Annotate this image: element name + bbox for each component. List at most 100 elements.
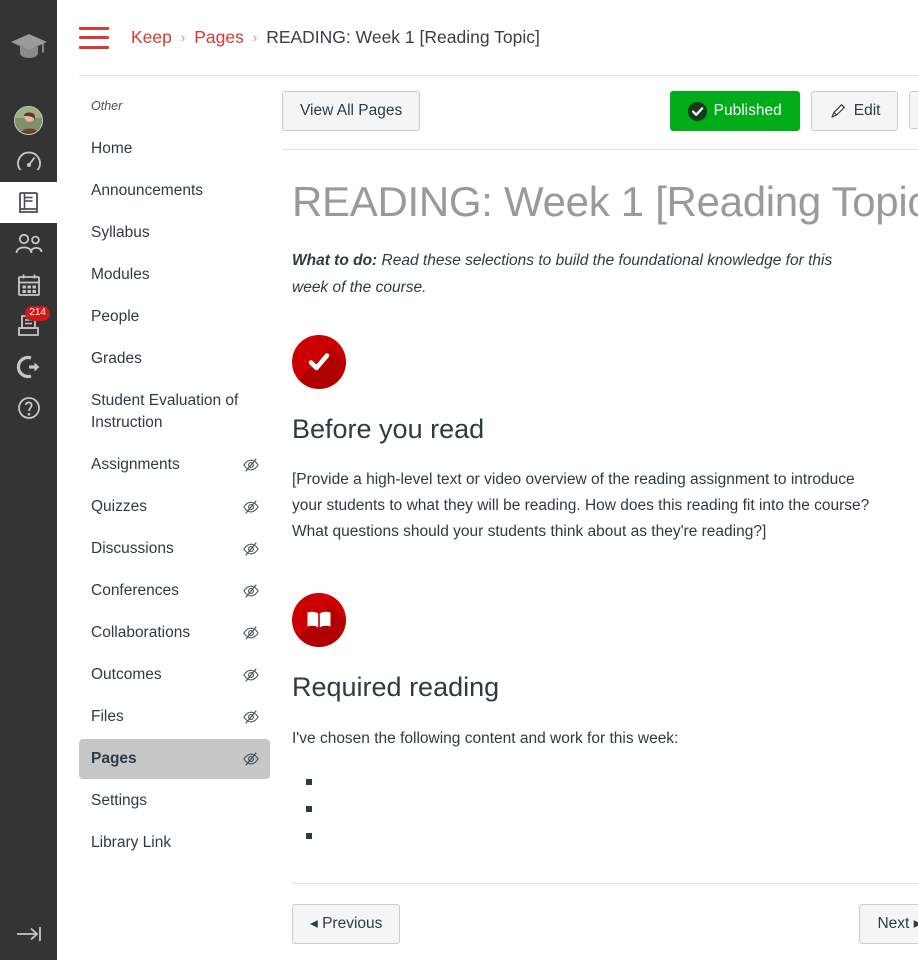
course-nav-item-label: Discussions — [91, 540, 174, 557]
course-nav-item-label: Student Evaluation of Instruction — [91, 392, 239, 431]
breadcrumb-item-current: READING: Week 1 [Reading Topic] — [266, 27, 540, 47]
course-nav-item-people[interactable]: People — [79, 297, 270, 337]
published-button[interactable]: Published — [669, 91, 800, 131]
global-nav-item-help[interactable] — [0, 387, 57, 428]
course-nav-item-outcomes[interactable]: Outcomes — [79, 655, 270, 695]
courses-book-icon — [18, 191, 38, 213]
eye-slash-icon — [243, 626, 259, 640]
course-nav-item-discussions[interactable]: Discussions — [79, 529, 270, 569]
global-nav-item-commons[interactable] — [0, 346, 57, 387]
course-nav-item-syllabus[interactable]: Syllabus — [79, 213, 270, 253]
edit-label: Edit — [853, 102, 881, 119]
course-nav-item-conferences[interactable]: Conferences — [79, 571, 270, 611]
course-nav-item-label: Assignments — [91, 456, 180, 473]
help-question-icon — [17, 396, 40, 419]
course-nav-item-student-evaluation-of-instruction[interactable]: Student Evaluation of Instruction — [79, 381, 270, 443]
calendar-icon — [17, 274, 40, 296]
global-nav-item-groups[interactable] — [0, 223, 57, 264]
required-reading-list — [306, 770, 918, 851]
eye-slash-icon — [243, 752, 259, 766]
eye-slash-icon — [243, 584, 259, 598]
course-nav-item-pages[interactable]: Pages — [79, 739, 270, 779]
course-nav-item-grades[interactable]: Grades — [79, 339, 270, 379]
course-nav-item-label: People — [91, 308, 140, 325]
course-nav-item-label: Files — [91, 708, 124, 725]
section-before-you-read: Before you read [Provide a high-level te… — [292, 335, 918, 545]
course-nav-item-library-link[interactable]: Library Link — [79, 823, 270, 863]
expand-collapse-arrow-icon — [16, 927, 41, 941]
eye-slash-icon — [243, 500, 259, 514]
global-nav-item-calendar[interactable] — [0, 264, 57, 305]
list-item — [306, 824, 918, 851]
avatar — [14, 106, 43, 135]
minimize-navigation-button[interactable] — [0, 922, 57, 946]
page-content: View All Pages Published Edit READING: W… — [270, 91, 918, 960]
pencil-icon — [831, 104, 845, 118]
next-button[interactable]: Next ▸ — [859, 903, 918, 944]
dashboard-speedometer-icon — [16, 151, 41, 171]
course-nav-item-label: Conferences — [91, 582, 179, 599]
more-options-button[interactable] — [909, 91, 918, 129]
breadcrumb-separator: › — [252, 30, 258, 45]
toolbar-actions: Published Edit — [669, 91, 918, 131]
course-nav-item-settings[interactable]: Settings — [79, 781, 270, 821]
section-title: Required reading — [292, 672, 500, 703]
eye-slash-icon — [243, 668, 259, 682]
breadcrumb-bar: Keep › Pages › READING: Week 1 [Reading … — [57, 0, 918, 75]
groups-people-icon — [15, 233, 42, 253]
published-label: Published — [713, 102, 782, 119]
course-nav-item-files[interactable]: Files — [79, 697, 270, 737]
course-nav-item-label: Outcomes — [91, 666, 162, 683]
course-nav-item-quizzes[interactable]: Quizzes — [79, 487, 270, 527]
global-nav-item-account[interactable] — [0, 100, 57, 141]
edit-button[interactable]: Edit — [810, 91, 899, 131]
course-nav-item-announcements[interactable]: Announcements — [79, 171, 270, 211]
view-all-pages-button[interactable]: View All Pages — [282, 91, 421, 131]
logout-arrow-icon — [16, 355, 39, 378]
course-nav-item-label: Quizzes — [91, 498, 147, 515]
global-nav-item-courses[interactable] — [0, 182, 57, 223]
course-nav-item-modules[interactable]: Modules — [79, 255, 270, 295]
breadcrumb-item-pages[interactable]: Pages — [194, 27, 244, 48]
global-nav-item-inbox[interactable]: 214 — [0, 305, 57, 346]
course-nav-item-label: Library Link — [91, 834, 172, 851]
global-nav-item-dashboard[interactable] — [0, 141, 57, 182]
page-pagination: ◂ Previous Next ▸ — [292, 882, 918, 944]
previous-button[interactable]: ◂ Previous — [292, 903, 401, 944]
section-required-reading: Required reading I've chosen the followi… — [292, 593, 918, 850]
page-body: Other Home Announcements Syllabus Modules Pe… — [57, 76, 918, 960]
course-nav-list: Home Announcements Syllabus Modules People Gr… — [79, 129, 270, 863]
main-region: Keep › Pages › READING: Week 1 [Reading … — [57, 0, 918, 960]
page-intro: What to do: Read these selections to bui… — [292, 247, 867, 301]
page-intro-label: What to do: — [292, 252, 378, 270]
course-nav-item-assignments[interactable]: Assignments — [79, 445, 270, 485]
list-item — [306, 770, 918, 797]
global-nav-items: 214 — [0, 100, 57, 428]
eye-slash-icon — [243, 542, 259, 556]
hamburger-menu-icon[interactable] — [79, 26, 109, 49]
course-nav-item-home[interactable]: Home — [79, 129, 270, 169]
list-item — [306, 797, 918, 824]
check-circle-filled-icon — [292, 335, 346, 390]
eye-slash-icon — [243, 458, 259, 472]
section-body: [Provide a high-level text or video over… — [292, 471, 870, 541]
course-nav-item-label: Pages — [91, 750, 137, 767]
course-nav-item-label: Collaborations — [91, 624, 191, 641]
check-circle-icon — [687, 101, 707, 121]
course-nav-item-collaborations[interactable]: Collaborations — [79, 613, 270, 653]
inbox-unread-badge: 214 — [25, 306, 50, 321]
page-title: READING: Week 1 [Reading Topic] — [292, 178, 918, 225]
breadcrumb-separator: › — [180, 30, 186, 45]
course-nav-item-label: Home — [91, 140, 133, 157]
global-navigation: 214 — [0, 0, 57, 960]
graduation-cap-icon[interactable] — [7, 30, 51, 64]
section-body: I've chosen the following content and wo… — [292, 729, 679, 747]
course-nav-heading: Other — [91, 99, 123, 113]
eye-slash-icon — [243, 710, 259, 724]
course-navigation: Other Home Announcements Syllabus Modules Pe… — [57, 91, 270, 960]
course-nav-item-label: Grades — [91, 350, 142, 367]
open-book-icon — [292, 593, 346, 648]
breadcrumb-item-course[interactable]: Keep — [131, 27, 172, 48]
course-nav-item-label: Announcements — [91, 182, 204, 199]
